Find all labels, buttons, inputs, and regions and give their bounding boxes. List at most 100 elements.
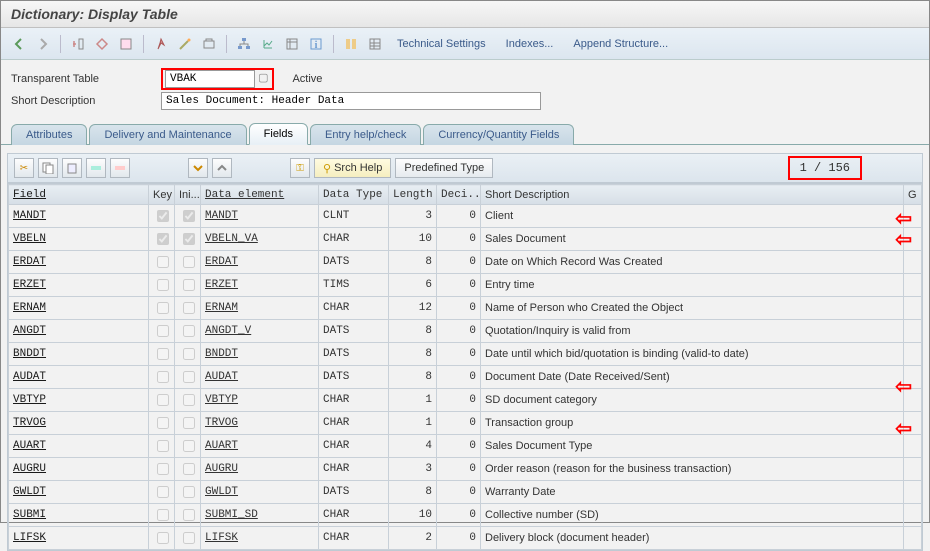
key-checkbox[interactable] xyxy=(149,458,175,481)
field-name[interactable]: AUART xyxy=(9,435,149,458)
table-row[interactable]: ANGDTANGDT_VDATS80Quotation/Inquiry is v… xyxy=(9,320,922,343)
data-element[interactable]: VBELN_VA xyxy=(201,228,319,251)
info-icon[interactable]: i xyxy=(306,34,326,54)
forward-icon[interactable] xyxy=(33,34,53,54)
init-checkbox[interactable] xyxy=(175,343,201,366)
graphic-icon[interactable] xyxy=(258,34,278,54)
field-name[interactable]: ANGDT xyxy=(9,320,149,343)
data-element[interactable]: GWLDT xyxy=(201,481,319,504)
table-row[interactable]: ERDATERDATDATS80Date on Which Record Was… xyxy=(9,251,922,274)
key-checkbox[interactable] xyxy=(149,481,175,504)
data-element[interactable]: BNDDT xyxy=(201,343,319,366)
data-element[interactable]: ERDAT xyxy=(201,251,319,274)
data-element[interactable]: TRVOG xyxy=(201,412,319,435)
table-row[interactable]: MANDTMANDTCLNT30Client xyxy=(9,205,922,228)
key-checkbox[interactable] xyxy=(149,412,175,435)
collapse-icon[interactable] xyxy=(212,158,232,178)
key-icon[interactable]: ⚿ xyxy=(290,158,310,178)
init-checkbox[interactable] xyxy=(175,274,201,297)
key-checkbox[interactable] xyxy=(149,320,175,343)
field-name[interactable]: ERZET xyxy=(9,274,149,297)
field-name[interactable]: VBELN xyxy=(9,228,149,251)
key-checkbox[interactable] xyxy=(149,504,175,527)
table-row[interactable]: SUBMISUBMI_SDCHAR100Collective number (S… xyxy=(9,504,922,527)
technical-settings-button[interactable]: Technical Settings xyxy=(389,36,494,52)
init-checkbox[interactable] xyxy=(175,205,201,228)
indexes-button[interactable]: Indexes... xyxy=(498,36,562,52)
init-checkbox[interactable] xyxy=(175,320,201,343)
short-description-input[interactable] xyxy=(161,92,541,110)
table-row[interactable]: LIFSKLIFSKCHAR20Delivery block (document… xyxy=(9,527,922,550)
key-checkbox[interactable] xyxy=(149,343,175,366)
table-row[interactable]: VBTYPVBTYPCHAR10SD document category xyxy=(9,389,922,412)
field-name[interactable]: AUGRU xyxy=(9,458,149,481)
init-checkbox[interactable] xyxy=(175,228,201,251)
field-name[interactable]: BNDDT xyxy=(9,343,149,366)
tab-delivery[interactable]: Delivery and Maintenance xyxy=(89,124,246,145)
table-icon[interactable] xyxy=(365,34,385,54)
table-row[interactable]: BNDDTBNDDTDATS80Date until which bid/quo… xyxy=(9,343,922,366)
init-checkbox[interactable] xyxy=(175,458,201,481)
init-checkbox[interactable] xyxy=(175,435,201,458)
hierarchy-icon[interactable] xyxy=(234,34,254,54)
table-row[interactable]: AUDATAUDATDATS80Document Date (Date Rece… xyxy=(9,366,922,389)
col-short-desc[interactable]: Short Description xyxy=(481,185,904,205)
key-checkbox[interactable] xyxy=(149,228,175,251)
field-name[interactable]: LIFSK xyxy=(9,527,149,550)
key-checkbox[interactable] xyxy=(149,527,175,550)
tab-entry-help[interactable]: Entry help/check xyxy=(310,124,421,145)
paste-icon[interactable] xyxy=(62,158,82,178)
delete-row-icon[interactable] xyxy=(110,158,130,178)
cut-icon[interactable]: ✂ xyxy=(14,158,34,178)
table-row[interactable]: AUGRUAUGRUCHAR30Order reason (reason for… xyxy=(9,458,922,481)
init-checkbox[interactable] xyxy=(175,251,201,274)
data-element[interactable]: MANDT xyxy=(201,205,319,228)
field-name[interactable]: ERNAM xyxy=(9,297,149,320)
data-element[interactable]: ANGDT_V xyxy=(201,320,319,343)
data-element[interactable]: AUGRU xyxy=(201,458,319,481)
col-ini[interactable]: Ini... xyxy=(175,185,201,205)
display-change-icon[interactable] xyxy=(68,34,88,54)
append-structure-button[interactable]: Append Structure... xyxy=(565,36,676,52)
table-row[interactable]: TRVOGTRVOGCHAR10Transaction group xyxy=(9,412,922,435)
data-element[interactable]: ERZET xyxy=(201,274,319,297)
col-key[interactable]: Key xyxy=(149,185,175,205)
key-checkbox[interactable] xyxy=(149,389,175,412)
key-checkbox[interactable] xyxy=(149,366,175,389)
data-element[interactable]: AUART xyxy=(201,435,319,458)
col-data-element[interactable]: Data element xyxy=(201,185,319,205)
key-checkbox[interactable] xyxy=(149,274,175,297)
key-checkbox[interactable] xyxy=(149,297,175,320)
insert-row-icon[interactable] xyxy=(86,158,106,178)
key-checkbox[interactable] xyxy=(149,205,175,228)
init-checkbox[interactable] xyxy=(175,481,201,504)
data-element[interactable]: VBTYP xyxy=(201,389,319,412)
field-name[interactable]: MANDT xyxy=(9,205,149,228)
col-length[interactable]: Length xyxy=(389,185,437,205)
tab-attributes[interactable]: Attributes xyxy=(11,124,87,145)
field-name[interactable]: SUBMI xyxy=(9,504,149,527)
activate-icon[interactable] xyxy=(151,34,171,54)
init-checkbox[interactable] xyxy=(175,366,201,389)
key-checkbox[interactable] xyxy=(149,251,175,274)
field-name[interactable]: GWLDT xyxy=(9,481,149,504)
search-help-button[interactable]: ⚲Srch Help xyxy=(314,158,391,178)
data-element[interactable]: ERNAM xyxy=(201,297,319,320)
wand-icon[interactable] xyxy=(175,34,195,54)
col-g[interactable]: G xyxy=(904,185,922,205)
col-decimals[interactable]: Deci... xyxy=(437,185,481,205)
value-help-icon[interactable]: ▢ xyxy=(256,72,270,84)
field-name[interactable]: VBTYP xyxy=(9,389,149,412)
append-icon[interactable] xyxy=(341,34,361,54)
where-used-icon[interactable] xyxy=(199,34,219,54)
init-checkbox[interactable] xyxy=(175,504,201,527)
field-name[interactable]: AUDAT xyxy=(9,366,149,389)
data-element[interactable]: SUBMI_SD xyxy=(201,504,319,527)
data-element[interactable]: AUDAT xyxy=(201,366,319,389)
predefined-type-button[interactable]: Predefined Type xyxy=(395,158,493,178)
field-name[interactable]: ERDAT xyxy=(9,251,149,274)
table-row[interactable]: ERZETERZETTIMS60Entry time xyxy=(9,274,922,297)
col-data-type[interactable]: Data Type xyxy=(319,185,389,205)
init-checkbox[interactable] xyxy=(175,389,201,412)
copy-icon[interactable] xyxy=(38,158,58,178)
